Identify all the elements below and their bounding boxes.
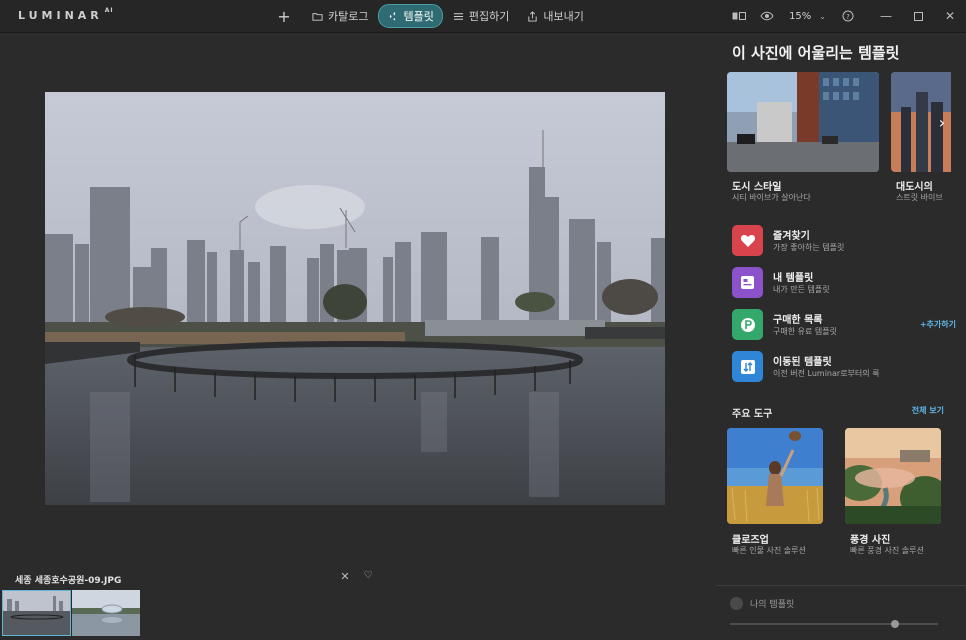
eye-icon[interactable] xyxy=(757,6,777,26)
view-all-link[interactable]: 전체 보기 xyxy=(912,405,944,416)
app-logo: LUMINAR AI xyxy=(18,7,114,22)
tools-section-title: 주요 도구 xyxy=(732,409,773,420)
minimize-icon[interactable]: — xyxy=(870,6,902,26)
zoom-value: 15% xyxy=(789,10,812,22)
tab-templates[interactable]: 템플릿 xyxy=(378,4,443,28)
top-bar: LUMINAR AI + 카탈로그 템플릿 편집하기 내보내기 15% ⌄ ? … xyxy=(0,0,966,33)
tab-catalog[interactable]: 카탈로그 xyxy=(304,5,376,27)
heart-icon[interactable]: ♡ xyxy=(361,570,375,584)
toggle-dot-icon xyxy=(730,597,743,610)
close-window-icon[interactable]: ✕ xyxy=(934,6,966,26)
thumbnail-1[interactable] xyxy=(2,590,71,636)
tab-edit[interactable]: 편집하기 xyxy=(445,5,517,27)
tool-subtitle-closeup: 빠른 인물 사진 솔루션 xyxy=(732,546,806,555)
list-item-migrated[interactable]: 이동된 템플릿 이전 버전 Luminar로부터의 룩 xyxy=(732,350,962,384)
card-title-metropolis: 대도시의 xyxy=(896,182,933,193)
amount-slider-handle[interactable] xyxy=(891,620,899,628)
templates-panel: 이 사진에 어울리는 템플릿 › 도시 스타일 시티 바이브가 살아난다 대도시… xyxy=(716,33,966,640)
amount-slider-track[interactable] xyxy=(730,623,938,625)
card-title-city-style: 도시 스타일 xyxy=(732,182,782,193)
migrate-icon xyxy=(732,351,763,382)
my-templates-toggle[interactable]: 나의 템플릿 xyxy=(730,597,794,610)
file-name: 세종 세종호수공원-09.JPG xyxy=(15,576,122,586)
filmstrip: 세종 세종호수공원-09.JPG ✕ ♡ xyxy=(0,563,712,640)
template-card-city-style[interactable] xyxy=(727,72,879,172)
tool-title-closeup: 클로즈업 xyxy=(732,535,769,546)
tool-card-closeup[interactable] xyxy=(727,428,823,524)
sliders-icon xyxy=(453,12,463,20)
toolbar-right: 15% ⌄ ? — ✕ xyxy=(729,6,966,26)
list-item-favorites[interactable]: 즐겨찾기 가장 좋아하는 템플릿 xyxy=(732,224,962,258)
my-templates-label: 나의 템플릿 xyxy=(750,600,795,610)
list-item-my-templates[interactable]: 내 템플릿 내가 만든 템플릿 xyxy=(732,266,962,300)
svg-text:?: ? xyxy=(846,13,850,21)
template-icon xyxy=(732,267,763,298)
tab-export[interactable]: 내보내기 xyxy=(519,5,591,27)
panel-divider xyxy=(716,585,966,586)
panel-title: 이 사진에 어울리는 템플릿 xyxy=(732,44,900,62)
heart-icon xyxy=(732,225,763,256)
compare-icon[interactable] xyxy=(729,6,749,26)
chevron-down-icon: ⌄ xyxy=(819,11,826,21)
add-purchase-button[interactable]: +추가하기 xyxy=(920,319,956,330)
help-icon[interactable]: ? xyxy=(838,6,858,26)
template-card-metropolis[interactable] xyxy=(891,72,966,172)
zoom-dropdown[interactable]: 15% ⌄ xyxy=(789,11,826,22)
main-photo[interactable] xyxy=(45,92,665,505)
thumbnail-2[interactable] xyxy=(72,590,140,636)
close-icon[interactable]: ✕ xyxy=(338,570,352,584)
card-subtitle-city-style: 시티 바이브가 살아난다 xyxy=(732,193,811,202)
folder-icon xyxy=(312,12,323,21)
sparkle-icon xyxy=(390,11,396,21)
maximize-icon[interactable] xyxy=(902,6,934,26)
tool-subtitle-landscape: 빠른 풍경 사진 솔루션 xyxy=(850,546,924,555)
chevron-right-icon[interactable]: › xyxy=(935,113,949,133)
image-viewer xyxy=(0,33,712,563)
list-item-purchased[interactable]: 구매한 목록 구매한 유료 템플릿 +추가하기 xyxy=(732,308,962,342)
tool-title-landscape: 풍경 사진 xyxy=(850,535,891,546)
add-photos-icon[interactable]: + xyxy=(276,5,292,27)
share-icon xyxy=(528,10,537,22)
tool-card-landscape[interactable] xyxy=(845,428,941,524)
purchase-icon xyxy=(732,309,763,340)
card-subtitle-metropolis: 스트릿 바이브 xyxy=(896,193,943,202)
main-nav: + 카탈로그 템플릿 편집하기 내보내기 xyxy=(276,4,594,28)
